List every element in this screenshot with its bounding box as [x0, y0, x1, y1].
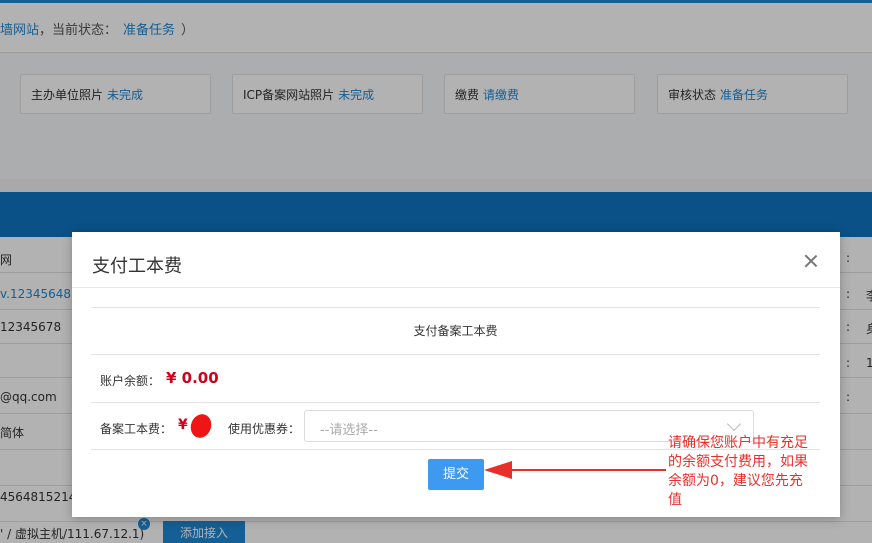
dialog-header: 支付工本费 [72, 232, 840, 288]
section-title: 支付备案工本费 [413, 324, 498, 338]
divider [91, 354, 820, 355]
annotation-note: 请确保您账户中有充足的余额支付费用，如果余额为0，建议您先充值 [668, 435, 808, 508]
fee-currency: ¥ [178, 417, 188, 433]
fee-label: 备案工本费： [100, 422, 173, 436]
chevron-down-icon [726, 416, 742, 432]
redaction-mark [187, 411, 215, 441]
divider [91, 402, 820, 403]
annotation-arrow-icon [484, 461, 666, 479]
divider [91, 307, 820, 308]
coupon-placeholder: --请选择-- [320, 423, 378, 438]
dialog-title: 支付工本费 [92, 256, 182, 277]
balance-value: ¥ 0.00 [166, 369, 219, 387]
coupon-label: 使用优惠券： [228, 422, 301, 436]
balance-label: 账户余额： [100, 374, 161, 388]
close-icon[interactable] [804, 254, 818, 268]
